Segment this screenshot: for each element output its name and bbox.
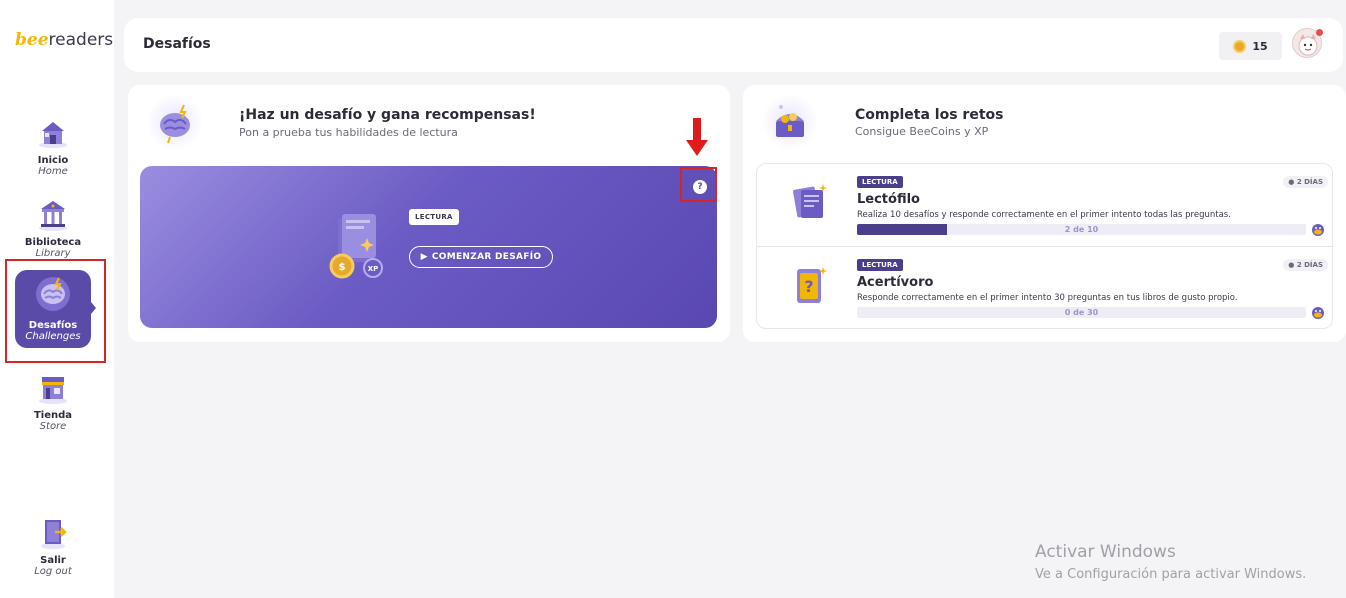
book-coin-illustration: $ XP <box>329 214 383 279</box>
retos-title: Completa los retos <box>855 107 1004 123</box>
sidebar-item-store[interactable]: Tienda Store <box>0 370 106 432</box>
logo-suffix: readers <box>48 30 114 50</box>
sidebar-item-sublabel: Store <box>39 421 67 432</box>
logout-icon <box>41 520 67 549</box>
notification-dot <box>1316 29 1323 36</box>
retos-subtitle: Consigue BeeCoins y XP <box>855 125 989 138</box>
reto-progress-bar: 0 de 30 <box>857 307 1306 318</box>
reading-sheets-icon <box>793 184 827 218</box>
sidebar-item-label: Tienda <box>33 410 73 421</box>
beereaders-logo[interactable]: beereaders <box>15 30 113 50</box>
retos-list: LECTURA ● 2 DÍAS Lectófilo Realiza 10 de… <box>756 163 1334 329</box>
sidebar-item-label: Inicio <box>37 155 69 166</box>
play-icon: ▶ <box>420 252 428 262</box>
coins-count: 15 <box>1252 39 1268 53</box>
library-icon <box>39 201 67 231</box>
reto-name: Lectófilo <box>857 192 920 207</box>
sidebar-item-label: Biblioteca <box>24 237 82 248</box>
reto-item[interactable]: LECTURA ● 2 DÍAS Lectófilo Realiza 10 de… <box>757 164 1334 246</box>
question-card-icon: ? <box>797 267 827 303</box>
store-icon <box>39 377 67 404</box>
challenge-tag: LECTURA <box>409 209 459 225</box>
sidebar-item-sublabel: Library <box>35 248 71 259</box>
reto-tag: LECTURA <box>857 259 903 271</box>
start-challenge-button[interactable]: ▶ COMENZAR DESAFÍO <box>409 246 553 268</box>
svg-text:$: $ <box>339 262 346 273</box>
bee-mascot-icon <box>1312 307 1324 319</box>
challenge-banner: $ XP LECTURA ▶ COMENZAR DESAFÍO ? <box>140 166 717 328</box>
highlight-box-challenges <box>5 259 106 363</box>
treasure-chest-icon <box>763 95 817 149</box>
home-icon <box>39 122 67 148</box>
challenge-card: ¡Haz un desafío y gana recompensas! Pon … <box>128 85 730 342</box>
reto-progress-text: 2 de 10 <box>1064 225 1099 234</box>
challenge-title: ¡Haz un desafío y gana recompensas! <box>239 107 536 123</box>
svg-text:XP: XP <box>368 265 379 273</box>
sidebar-item-home[interactable]: Inicio Home <box>0 115 106 177</box>
reto-name: Acertívoro <box>857 275 934 290</box>
sidebar-item-logout[interactable]: Salir Log out <box>0 515 106 577</box>
red-arrow-annotation <box>686 118 708 156</box>
challenge-subtitle: Pon a prueba tus habilidades de lectura <box>239 126 458 139</box>
logo-prefix: bee <box>15 30 49 50</box>
sidebar-item-sublabel: Home <box>38 166 68 177</box>
reto-days-label: 2 DÍAS <box>1296 261 1323 269</box>
bee-mascot-icon <box>1312 224 1324 236</box>
watermark-title: Activar Windows <box>1035 542 1176 562</box>
watermark-subtitle: Ve a Configuración para activar Windows. <box>1035 567 1307 582</box>
reto-tag: LECTURA <box>857 176 903 188</box>
sidebar-item-label: Salir <box>40 555 66 566</box>
sidebar-item-library[interactable]: Biblioteca Library <box>0 197 106 259</box>
reto-progress-bar: 2 de 10 <box>857 224 1306 235</box>
highlight-box-help <box>680 167 717 202</box>
svg-text:?: ? <box>804 277 813 296</box>
start-challenge-label: COMENZAR DESAFÍO <box>431 252 542 262</box>
reto-days-label: 2 DÍAS <box>1296 178 1323 186</box>
retos-card: Completa los retos Consigue BeeCoins y X… <box>743 85 1346 342</box>
reto-description: Realiza 10 desafíos y responde correctam… <box>857 210 1231 220</box>
reto-item[interactable]: ? LECTURA ● 2 DÍAS Acertívoro Responde c… <box>757 246 1334 328</box>
reto-progress-text: 0 de 30 <box>1064 308 1099 317</box>
coins-badge: 15 <box>1219 32 1282 60</box>
sidebar-item-sublabel: Log out <box>34 566 72 577</box>
reto-days-badge: ● 2 DÍAS <box>1283 176 1328 188</box>
reto-description: Responde correctamente en el primer inte… <box>857 293 1238 303</box>
page-title: Desafíos <box>143 36 211 52</box>
header-bar: Desafíos 15 <box>124 18 1343 72</box>
reto-days-badge: ● 2 DÍAS <box>1283 259 1328 271</box>
coin-icon <box>1233 39 1247 53</box>
challenge-brain-icon <box>148 95 202 149</box>
windows-activation-watermark: Activar Windows Ve a Configuración para … <box>1035 542 1306 582</box>
